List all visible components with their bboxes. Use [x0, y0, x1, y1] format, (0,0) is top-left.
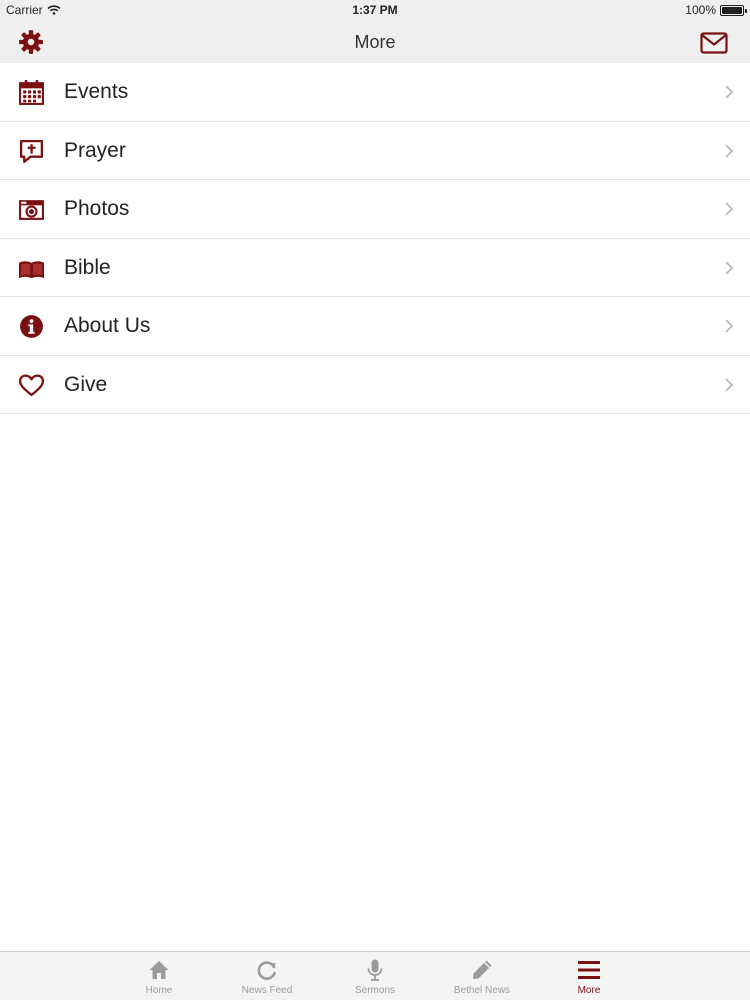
- tab-label: Bethel News: [453, 985, 511, 996]
- menu-item-label: Events: [64, 80, 129, 103]
- tab-news-feed[interactable]: News Feed: [217, 952, 317, 1000]
- tab-more[interactable]: More: [539, 952, 639, 1000]
- chevron-right-icon: [725, 143, 734, 158]
- heart-icon: [18, 373, 45, 396]
- battery-fill: [722, 6, 742, 14]
- book-icon: [18, 260, 45, 278]
- nav-bar: More: [0, 20, 750, 63]
- tab-label: Sermons: [354, 985, 395, 996]
- menu-icon: [578, 961, 600, 979]
- tab-label: Home: [145, 985, 173, 996]
- menu-item-label: About Us: [64, 314, 151, 337]
- page-title: More: [354, 32, 396, 52]
- chevron-right-icon: [725, 202, 734, 216]
- menu-item-label: Photos: [64, 197, 130, 220]
- status-time: 1:37 PM: [352, 3, 398, 17]
- tab-label: More: [577, 985, 601, 996]
- menu-item-label: Bible: [64, 255, 111, 279]
- camera-icon: [19, 200, 44, 220]
- tab-bar: Home News Feed Sermons Bethel News More: [0, 951, 750, 1000]
- menu-item-events[interactable]: Events: [0, 63, 750, 122]
- menu-item-photos[interactable]: Photos: [0, 180, 750, 239]
- chevron-right-icon: [725, 377, 734, 392]
- calendar-icon: [19, 80, 44, 105]
- battery-percent: 100%: [685, 3, 716, 17]
- chevron-right-icon: [725, 260, 734, 275]
- mail-icon[interactable]: [700, 32, 728, 54]
- menu-item-prayer[interactable]: Prayer: [0, 121, 750, 180]
- menu-item-give[interactable]: Give: [0, 355, 750, 414]
- info-icon: [20, 315, 43, 338]
- microphone-icon: [367, 959, 383, 981]
- tab-home[interactable]: Home: [109, 952, 209, 1000]
- status-right: 100%: [685, 3, 747, 17]
- menu-item-label: Prayer: [64, 138, 126, 162]
- tab-label: News Feed: [241, 985, 293, 996]
- tab-bethel-news[interactable]: Bethel News: [432, 952, 532, 1000]
- battery-icon: [720, 4, 747, 16]
- home-icon: [149, 961, 169, 979]
- status-bar: Carrier 1:37 PM 100%: [0, 0, 750, 20]
- pencil-icon: [473, 960, 492, 979]
- chevron-right-icon: [725, 85, 734, 99]
- menu-list: Events Prayer Photos Bible About Us Give: [0, 63, 750, 414]
- menu-item-label: Give: [64, 372, 108, 396]
- chevron-right-icon: [725, 319, 734, 333]
- prayer-bubble-icon: [19, 139, 44, 163]
- tab-sermons[interactable]: Sermons: [325, 952, 425, 1000]
- menu-item-bible[interactable]: Bible: [0, 238, 750, 297]
- refresh-icon: [257, 961, 276, 980]
- menu-item-about-us[interactable]: About Us: [0, 297, 750, 356]
